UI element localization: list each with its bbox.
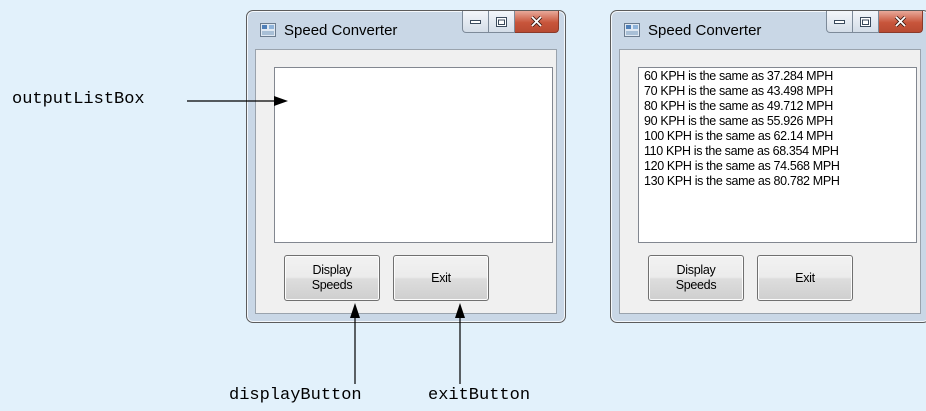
display-button-arrowhead [350,303,360,318]
exit-button-callout-label: exitButton [428,386,531,405]
output-list-box-callout-label: outputListBox [12,90,145,109]
exit-button-arrowhead [455,303,465,318]
display-button-callout-label: displayButton [229,386,362,405]
output-list-box-arrowhead [274,96,288,106]
callout-arrows [187,96,465,384]
